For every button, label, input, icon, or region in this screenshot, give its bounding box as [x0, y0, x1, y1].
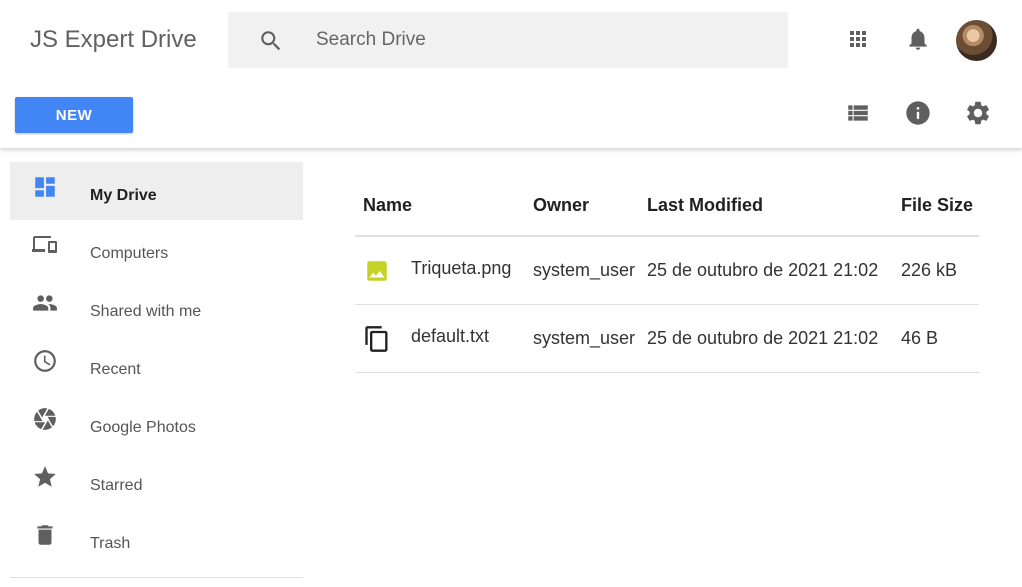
file-name[interactable]: default.txt — [411, 326, 489, 347]
sidebar-item-trash[interactable]: Trash — [10, 510, 303, 568]
file-owner: system_user — [525, 236, 639, 305]
column-header-owner[interactable]: Owner — [525, 175, 639, 237]
sidebar-item-my-drive[interactable]: My Drive — [10, 162, 303, 220]
list-view-icon[interactable] — [844, 99, 872, 127]
sidebar-item-google-photos[interactable]: Google Photos — [10, 394, 303, 452]
table-row[interactable]: default.txt system_user 25 de outubro de… — [355, 304, 979, 373]
file-last-modified: 25 de outubro de 2021 21:02 — [639, 236, 893, 305]
shared-with-me-icon — [32, 290, 58, 316]
computers-icon — [32, 232, 58, 258]
sidebar-item-label: Computers — [90, 245, 169, 262]
sidebar-item-label: Google Photos — [90, 419, 196, 436]
recent-clock-icon — [32, 348, 58, 374]
sidebar-item-label: Shared with me — [90, 303, 202, 320]
sidebar-divider — [10, 577, 303, 578]
search-input[interactable] — [316, 12, 766, 68]
file-size: 46 B — [893, 304, 979, 373]
google-photos-icon — [32, 406, 58, 432]
search-icon[interactable] — [258, 28, 284, 59]
file-last-modified: 25 de outubro de 2021 21:02 — [639, 304, 893, 373]
sidebar-item-computers[interactable]: Computers — [10, 220, 303, 278]
sidebar-item-recent[interactable]: Recent — [10, 336, 303, 394]
image-file-icon — [363, 257, 391, 285]
sidebar-item-label: Starred — [90, 477, 143, 494]
sidebar-item-starred[interactable]: Starred — [10, 452, 303, 510]
column-header-file-size[interactable]: File Size — [893, 175, 979, 237]
notifications-bell-icon[interactable] — [904, 25, 932, 53]
sidebar-item-label: Trash — [90, 535, 131, 552]
app-header: JS Expert Drive NEW — [0, 0, 1022, 148]
star-icon — [32, 464, 58, 490]
copy-document-icon — [363, 325, 391, 353]
table-row[interactable]: Triqueta.png system_user 25 de outubro d… — [355, 236, 979, 305]
info-icon[interactable] — [903, 98, 933, 128]
sidebar-item-label: My Drive — [90, 187, 157, 204]
column-header-last-modified[interactable]: Last Modified — [639, 175, 893, 237]
sidebar-nav: My Drive Computers Shared with me Recent… — [10, 162, 303, 568]
file-name[interactable]: Triqueta.png — [411, 258, 511, 279]
apps-grid-icon[interactable] — [845, 26, 871, 52]
avatar[interactable] — [956, 20, 997, 61]
my-drive-icon — [32, 174, 58, 200]
sidebar-item-label: Recent — [90, 361, 141, 378]
settings-gear-icon[interactable] — [963, 98, 993, 128]
file-table: Name Owner Last Modified File Size Triqu… — [355, 175, 979, 373]
table-header-row: Name Owner Last Modified File Size — [355, 175, 979, 237]
trash-icon — [32, 522, 58, 548]
app-title[interactable]: JS Expert Drive — [30, 26, 197, 54]
search-bar[interactable] — [228, 12, 788, 68]
file-owner: system_user — [525, 304, 639, 373]
sidebar-item-shared-with-me[interactable]: Shared with me — [10, 278, 303, 336]
file-name-cell[interactable]: default.txt — [355, 304, 525, 373]
column-header-name[interactable]: Name — [355, 175, 525, 237]
file-name-cell[interactable]: Triqueta.png — [355, 236, 525, 305]
new-button[interactable]: NEW — [15, 97, 133, 133]
file-size: 226 kB — [893, 236, 979, 305]
